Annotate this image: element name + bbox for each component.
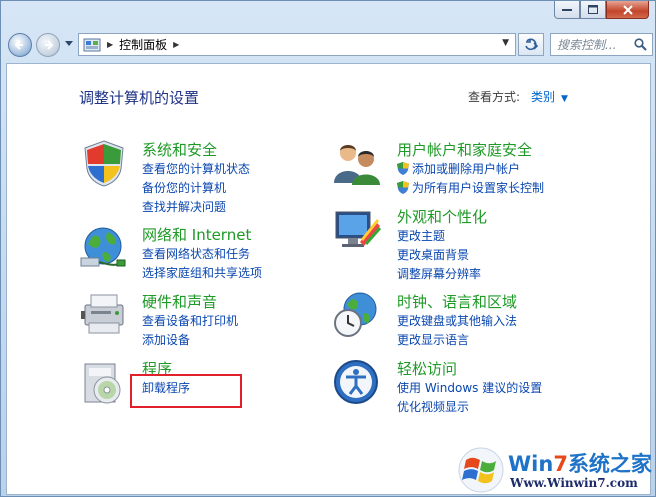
- chevron-down-icon: [65, 41, 73, 46]
- breadcrumb-separator-icon: ▶: [173, 40, 180, 49]
- minimize-button[interactable]: [554, 1, 580, 19]
- highlight-box: [130, 374, 242, 408]
- maximize-icon: [588, 5, 598, 14]
- link-display-language[interactable]: 更改显示语言: [397, 331, 469, 348]
- link-desktop-background[interactable]: 更改桌面背景: [397, 246, 469, 263]
- link-optimize-display[interactable]: 优化视频显示: [397, 398, 469, 415]
- link-troubleshoot[interactable]: 查找并解决问题: [142, 198, 226, 215]
- windows-logo-icon: [458, 447, 504, 493]
- link-view-network-status[interactable]: 查看网络状态和任务: [142, 245, 250, 262]
- close-icon: [622, 4, 633, 15]
- watermark: Win7系统之家 Www.Winwin7.com: [456, 446, 652, 496]
- control-panel-content: 调整计算机的设置 查看方式: 类别 ▼ 系统和安全 查看您的计算机状态 备份您的计…: [6, 63, 651, 495]
- close-button[interactable]: [606, 1, 649, 19]
- ease-of-access-icon: [334, 360, 378, 404]
- clock-region-icon: [334, 292, 377, 337]
- search-input[interactable]: [557, 37, 631, 52]
- link-parental-controls-label[interactable]: 为所有用户设置家长控制: [412, 181, 544, 195]
- link-add-device[interactable]: 添加设备: [142, 331, 190, 348]
- link-change-keyboard[interactable]: 更改键盘或其他输入法: [397, 312, 517, 329]
- watermark-url: Www.Winwin7.com: [510, 476, 638, 490]
- search-icon[interactable]: [634, 38, 647, 51]
- system-security-icon: [84, 140, 124, 187]
- network-icon: [80, 227, 126, 267]
- refresh-button[interactable]: [518, 33, 544, 56]
- category-title-ease-of-access[interactable]: 轻松访问: [397, 358, 457, 379]
- link-devices-printers[interactable]: 查看设备和打印机: [142, 312, 238, 329]
- link-change-theme[interactable]: 更改主题: [397, 227, 445, 244]
- view-by-label: 查看方式:: [468, 90, 521, 104]
- recent-pages-dropdown[interactable]: [65, 40, 73, 48]
- link-view-computer-status[interactable]: 查看您的计算机状态: [142, 160, 250, 177]
- programs-icon: [84, 363, 121, 404]
- minimize-icon: [562, 8, 572, 11]
- link-recommended-settings[interactable]: 使用 Windows 建议的设置: [397, 379, 542, 396]
- window-caption-buttons: [554, 1, 649, 19]
- navigation-bar: ▶ 控制面板 ▶ ▼: [6, 31, 653, 61]
- page-title: 调整计算机的设置: [79, 89, 200, 107]
- control-panel-icon: [83, 38, 101, 51]
- link-screen-resolution[interactable]: 调整屏幕分辨率: [397, 265, 481, 282]
- link-backup-computer[interactable]: 备份您的计算机: [142, 179, 226, 196]
- appearance-icon: [335, 211, 382, 247]
- control-panel-window: ▶ 控制面板 ▶ ▼ 调整计算机的设置 查看方式: 类别 ▼: [0, 0, 656, 497]
- category-title-user-accounts[interactable]: 用户帐户和家庭安全: [397, 139, 532, 160]
- category-title-system-security[interactable]: 系统和安全: [142, 139, 217, 160]
- maximize-button[interactable]: [580, 1, 606, 19]
- back-button[interactable]: [8, 33, 32, 57]
- uac-shield-icon: [397, 162, 409, 175]
- address-bar[interactable]: ▶ 控制面板 ▶ ▼: [78, 33, 516, 56]
- address-dropdown-icon[interactable]: ▼: [502, 38, 509, 48]
- category-title-appearance[interactable]: 外观和个性化: [397, 206, 487, 227]
- back-arrow-icon: [14, 40, 23, 50]
- forward-arrow-icon: [45, 40, 54, 50]
- view-by-value[interactable]: 类别: [531, 90, 555, 104]
- category-title-clock-region[interactable]: 时钟、语言和区域: [397, 291, 517, 312]
- uac-shield-icon: [397, 181, 409, 194]
- category-title-network-internet[interactable]: 网络和 Internet: [142, 224, 251, 245]
- watermark-brand: Win7系统之家: [508, 452, 652, 476]
- search-box[interactable]: [550, 33, 653, 56]
- link-parental-controls[interactable]: 为所有用户设置家长控制: [397, 179, 544, 196]
- chevron-down-icon[interactable]: ▼: [561, 94, 568, 104]
- refresh-icon: [525, 38, 539, 50]
- view-by-dropdown[interactable]: 类别 ▼: [531, 88, 568, 105]
- link-add-remove-accounts-label[interactable]: 添加或删除用户帐户: [412, 162, 520, 176]
- breadcrumb-control-panel[interactable]: 控制面板: [119, 36, 167, 53]
- breadcrumb-separator-icon: ▶: [107, 40, 114, 49]
- forward-button[interactable]: [36, 33, 60, 57]
- link-homegroup-sharing[interactable]: 选择家庭组和共享选项: [142, 264, 262, 281]
- hardware-sound-icon: [81, 294, 124, 334]
- link-add-remove-accounts[interactable]: 添加或删除用户帐户: [397, 160, 520, 177]
- user-accounts-icon: [334, 145, 380, 185]
- category-title-hardware-sound[interactable]: 硬件和声音: [142, 291, 217, 312]
